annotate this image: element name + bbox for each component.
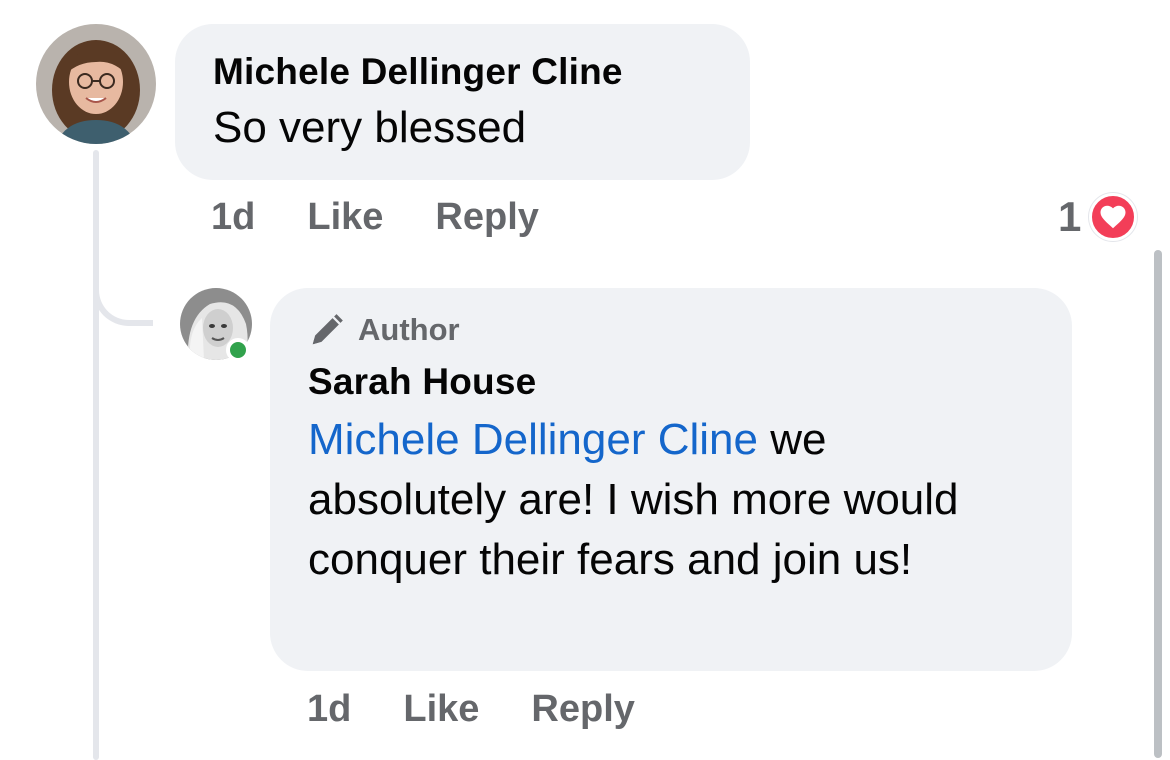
mention-link[interactable]: Michele Dellinger Cline: [308, 415, 758, 464]
reply-text: Michele Dellinger Cline we absolutely ar…: [308, 410, 1034, 590]
heart-icon: [1089, 193, 1138, 241]
reaction-count: 1: [1058, 193, 1082, 240]
reply-timestamp[interactable]: 1d: [307, 688, 351, 731]
avatar[interactable]: [36, 24, 156, 144]
avatar-photo: [36, 24, 156, 144]
thread-line: [93, 150, 99, 760]
reply-reply-button[interactable]: Reply: [531, 688, 634, 731]
online-status-dot: [226, 338, 250, 362]
comment-actions: 1d Like Reply: [211, 196, 591, 239]
reply-button[interactable]: Reply: [435, 196, 538, 239]
like-button[interactable]: Like: [307, 196, 383, 239]
pen-icon: [312, 314, 343, 345]
reply-author-name[interactable]: Sarah House: [308, 360, 1034, 404]
author-badge-label: Author: [358, 312, 460, 347]
author-badge: Author: [308, 310, 1034, 350]
comment-author-name[interactable]: Michele Dellinger Cline: [213, 50, 712, 94]
scrollbar[interactable]: [1154, 250, 1162, 758]
comment-timestamp[interactable]: 1d: [211, 196, 255, 239]
reply-connector-line: [93, 260, 153, 326]
reply-bubble: Author Sarah House Michele Dellinger Cli…: [270, 288, 1072, 671]
comment-bubble: Michele Dellinger Cline So very blessed: [175, 24, 750, 180]
comment-text: So very blessed: [213, 103, 527, 152]
reply-like-button[interactable]: Like: [403, 688, 479, 731]
reply-actions: 1d Like Reply: [307, 688, 687, 731]
reaction-summary[interactable]: 1: [1058, 193, 1138, 241]
